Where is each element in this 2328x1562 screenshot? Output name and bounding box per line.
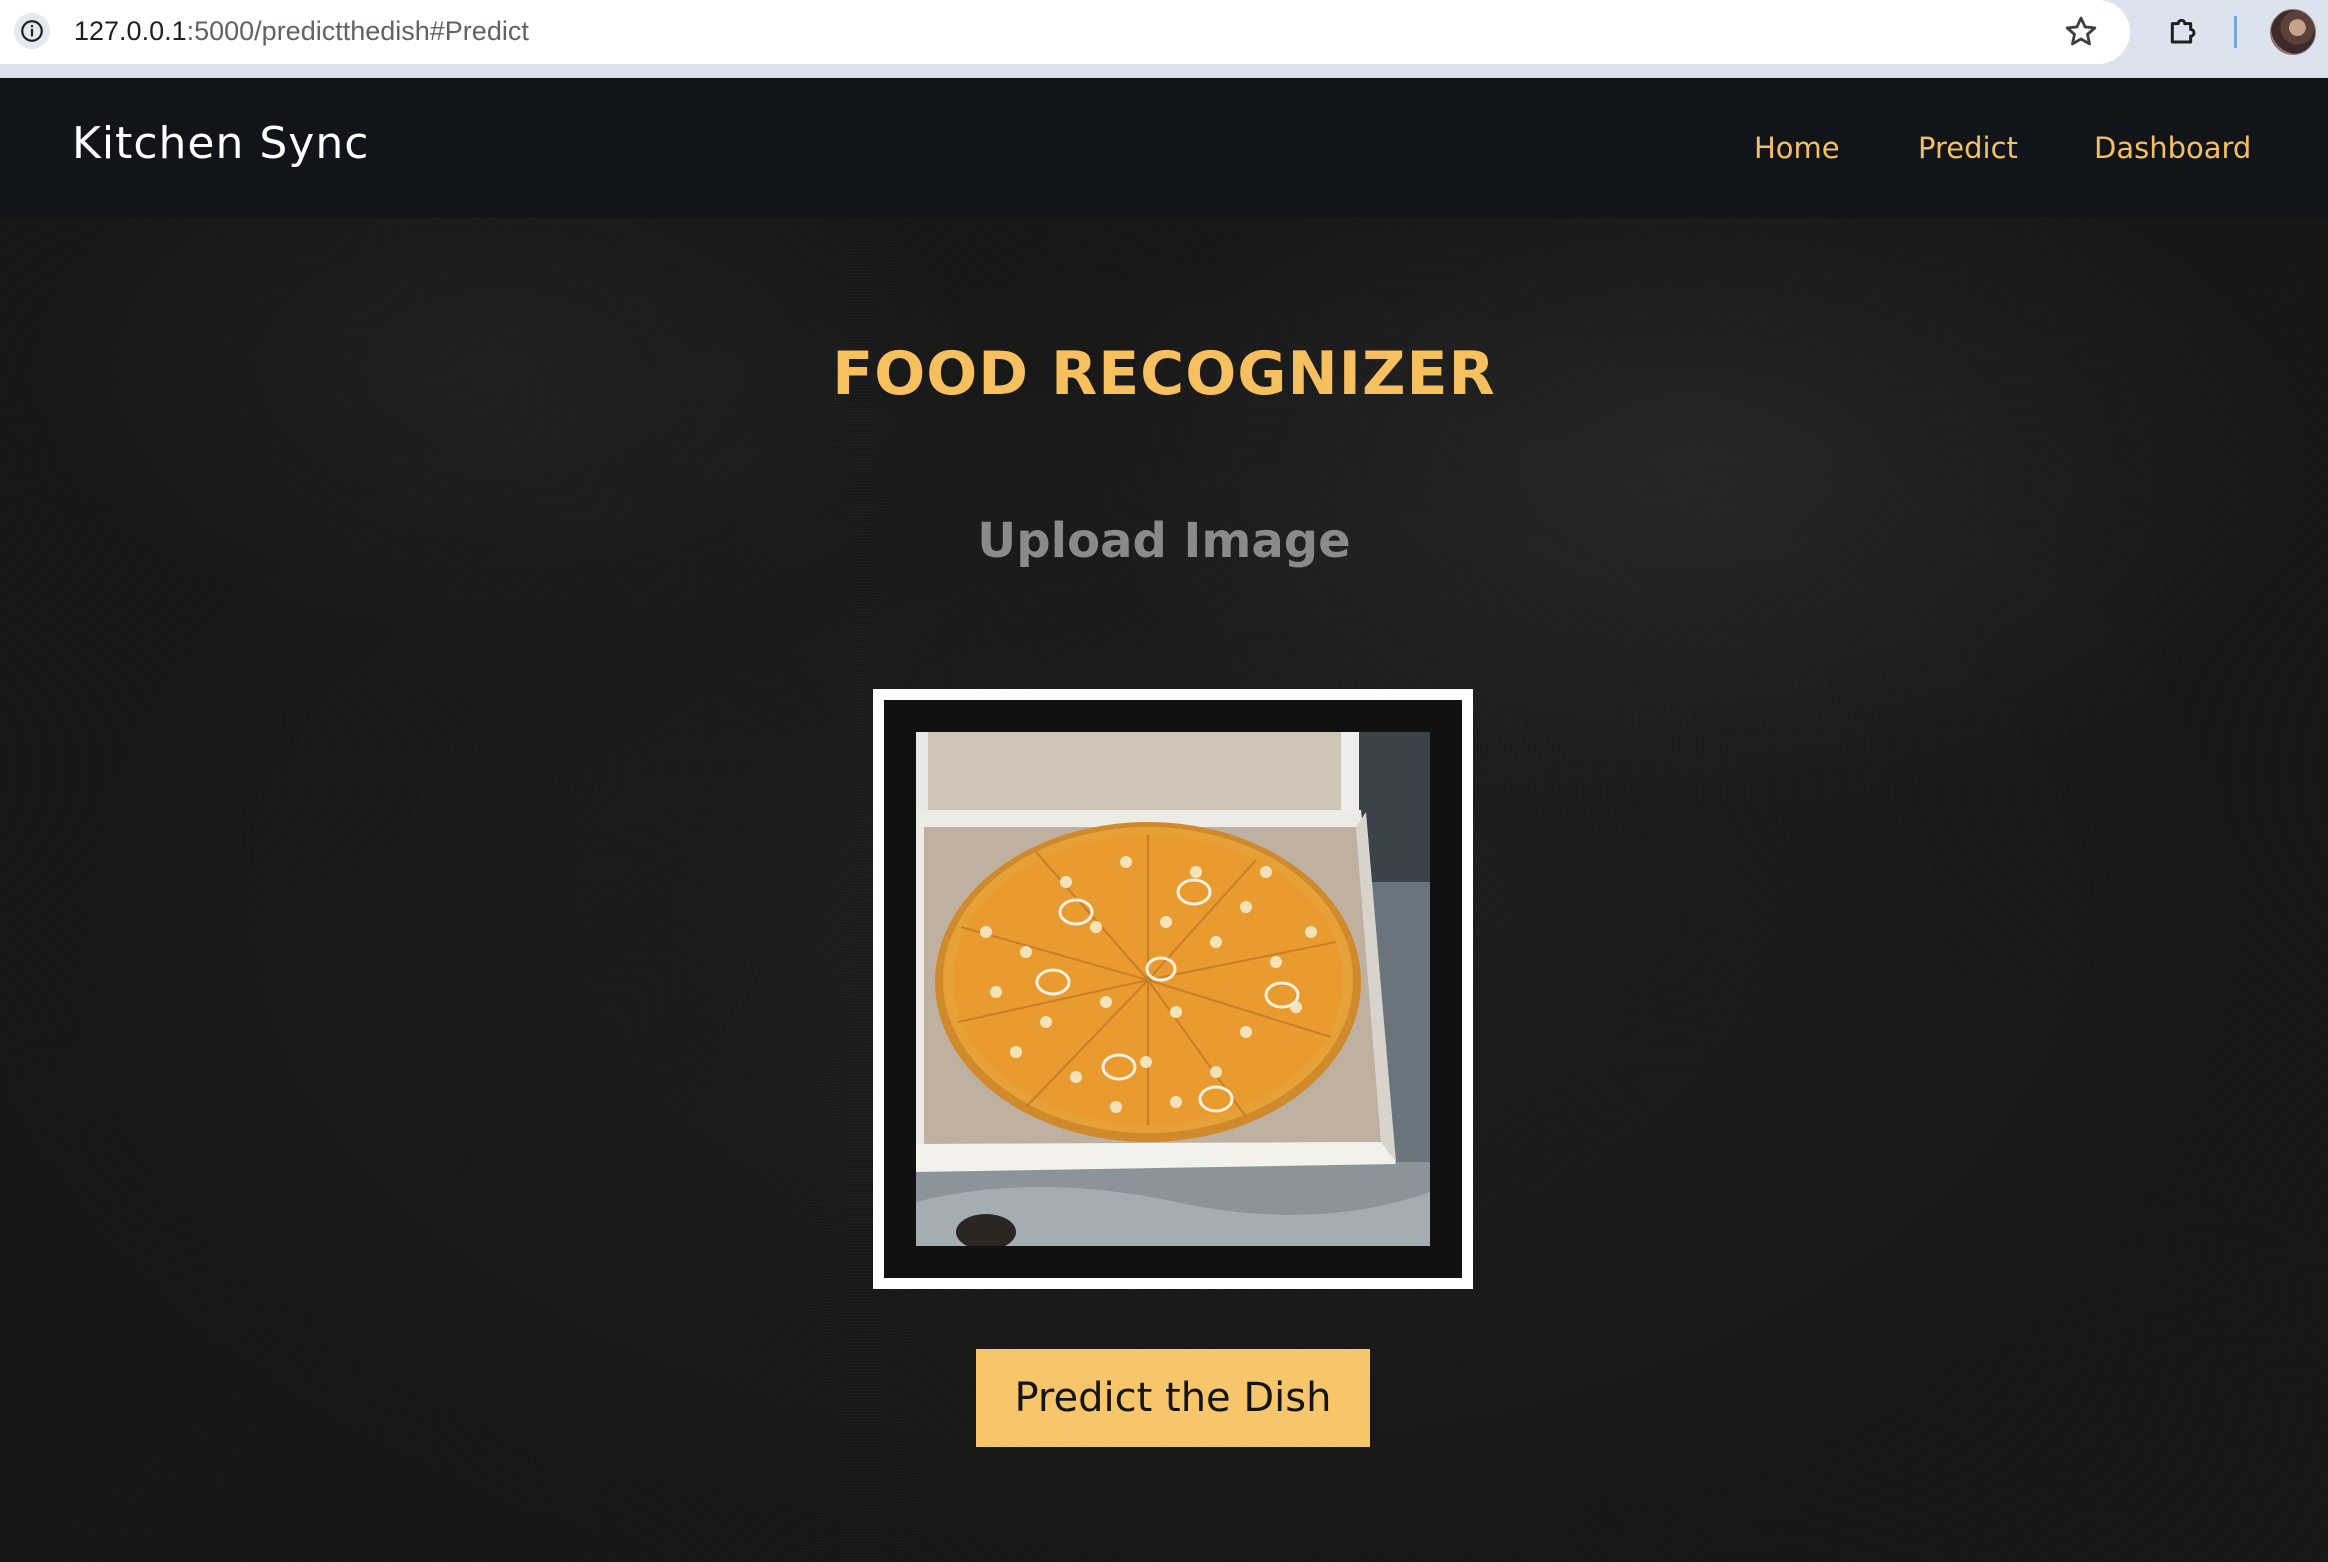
uploaded-food-image	[916, 732, 1430, 1246]
page-title: FOOD RECOGNIZER	[832, 339, 1496, 409]
avatar[interactable]	[2270, 9, 2316, 55]
nav-link-predict[interactable]: Predict	[1918, 128, 2018, 168]
toolbar-divider	[2234, 16, 2237, 48]
brand-logo[interactable]: Kitchen Sync	[72, 116, 369, 172]
puzzle-icon[interactable]	[2164, 12, 2204, 52]
predict-section: FOOD RECOGNIZER Upload Image Predict the…	[0, 218, 2328, 1562]
image-preview-frame[interactable]	[873, 689, 1473, 1289]
nav-link-home[interactable]: Home	[1754, 128, 1840, 168]
url-path: :5000/predictthedish#Predict	[186, 16, 529, 46]
url-text[interactable]: 127.0.0.1:5000/predictthedish#Predict	[74, 13, 529, 49]
browser-toolbar: 127.0.0.1:5000/predictthedish#Predict	[0, 0, 2328, 78]
site-navbar: Kitchen Sync Home Predict Dashboard	[0, 78, 2328, 218]
url-host: 127.0.0.1	[74, 16, 187, 46]
upload-image-heading[interactable]: Upload Image	[0, 510, 2328, 572]
address-bar[interactable]: 127.0.0.1:5000/predictthedish#Predict	[0, 0, 2130, 64]
nav-link-dashboard[interactable]: Dashboard	[2094, 128, 2251, 168]
star-icon[interactable]	[2062, 13, 2100, 51]
predict-dish-button[interactable]: Predict the Dish	[976, 1349, 1370, 1447]
info-circle-icon[interactable]	[14, 13, 50, 49]
